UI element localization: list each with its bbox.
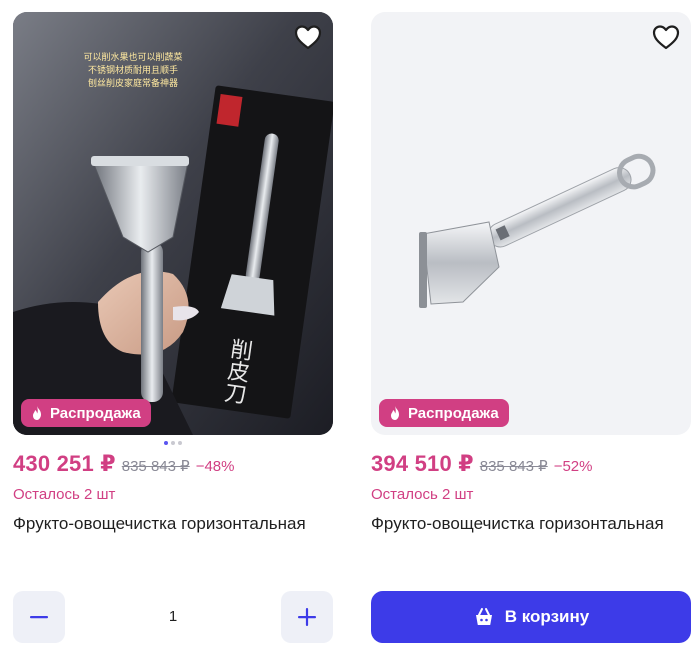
sale-label: Распродажа bbox=[408, 404, 499, 422]
favorite-button[interactable] bbox=[293, 22, 323, 52]
fire-icon bbox=[391, 406, 399, 420]
product-title[interactable]: Фрукто-овощечистка горизонтальная bbox=[13, 509, 333, 571]
product-image[interactable]: 削皮刀 可以削水果也可以削蔬菜 不锈钢材质耐用且顺手 刨丝削皮家庭常备神器 Ра… bbox=[13, 12, 333, 435]
product-photo: 削皮刀 可以削水果也可以削蔬菜 不锈钢材质耐用且顺手 刨丝削皮家庭常备神器 bbox=[13, 12, 333, 435]
stock-remaining: Осталось 2 шт bbox=[13, 486, 116, 503]
add-to-cart-button[interactable]: В корзину bbox=[371, 591, 691, 643]
carousel-dot[interactable] bbox=[171, 441, 175, 445]
sale-badge: Распродажа bbox=[21, 399, 151, 427]
svg-text:不锈钢材质耐用且顺手: 不锈钢材质耐用且顺手 bbox=[88, 64, 178, 76]
heart-icon bbox=[652, 25, 680, 50]
svg-text:刨丝削皮家庭常备神器: 刨丝削皮家庭常备神器 bbox=[88, 77, 178, 89]
product-image[interactable]: Распродажа bbox=[371, 12, 691, 435]
sale-label: Распродажа bbox=[50, 404, 141, 422]
product-photo bbox=[419, 153, 656, 308]
minus-icon bbox=[30, 616, 48, 619]
price-row: 394 510 ₽ 835 843 ₽ −52% bbox=[371, 451, 691, 481]
favorite-button[interactable] bbox=[651, 22, 681, 52]
product-title[interactable]: Фрукто-овощечистка горизонтальная bbox=[371, 509, 691, 571]
quantity-stepper: 1 bbox=[13, 591, 333, 643]
discount-percent: −52% bbox=[553, 458, 593, 475]
current-price: 394 510 ₽ bbox=[371, 451, 474, 476]
price-row: 430 251 ₽ 835 843 ₽ −48% bbox=[13, 451, 333, 481]
carousel-indicator bbox=[13, 435, 333, 451]
old-price: 835 843 ₽ bbox=[479, 458, 548, 475]
stock-remaining: Осталось 2 шт bbox=[371, 486, 474, 503]
current-price: 430 251 ₽ bbox=[13, 451, 116, 476]
product-card[interactable]: Распродажа 394 510 ₽ 835 843 ₽ −52% Оста… bbox=[371, 12, 691, 643]
quantity-value: 1 bbox=[168, 608, 178, 625]
plus-icon bbox=[298, 608, 316, 626]
product-card[interactable]: 削皮刀 可以削水果也可以削蔬菜 不锈钢材质耐用且顺手 刨丝削皮家庭常备神器 Ра… bbox=[13, 12, 333, 643]
sale-badge: Распродажа bbox=[379, 399, 509, 427]
discount-percent: −48% bbox=[195, 458, 235, 475]
carousel-dot[interactable] bbox=[178, 441, 182, 445]
old-price: 835 843 ₽ bbox=[121, 458, 190, 475]
add-to-cart-label: В корзину bbox=[504, 607, 590, 626]
basket-icon bbox=[475, 608, 492, 625]
fire-icon bbox=[33, 406, 41, 420]
increase-quantity-button[interactable] bbox=[281, 591, 333, 643]
decrease-quantity-button[interactable] bbox=[13, 591, 65, 643]
svg-text:可以削水果也可以削蔬菜: 可以削水果也可以削蔬菜 bbox=[83, 51, 182, 63]
cart-actions: В корзину bbox=[371, 591, 691, 643]
heart-icon bbox=[294, 25, 322, 50]
carousel-dot[interactable] bbox=[164, 441, 168, 445]
carousel-spacer bbox=[371, 435, 691, 451]
